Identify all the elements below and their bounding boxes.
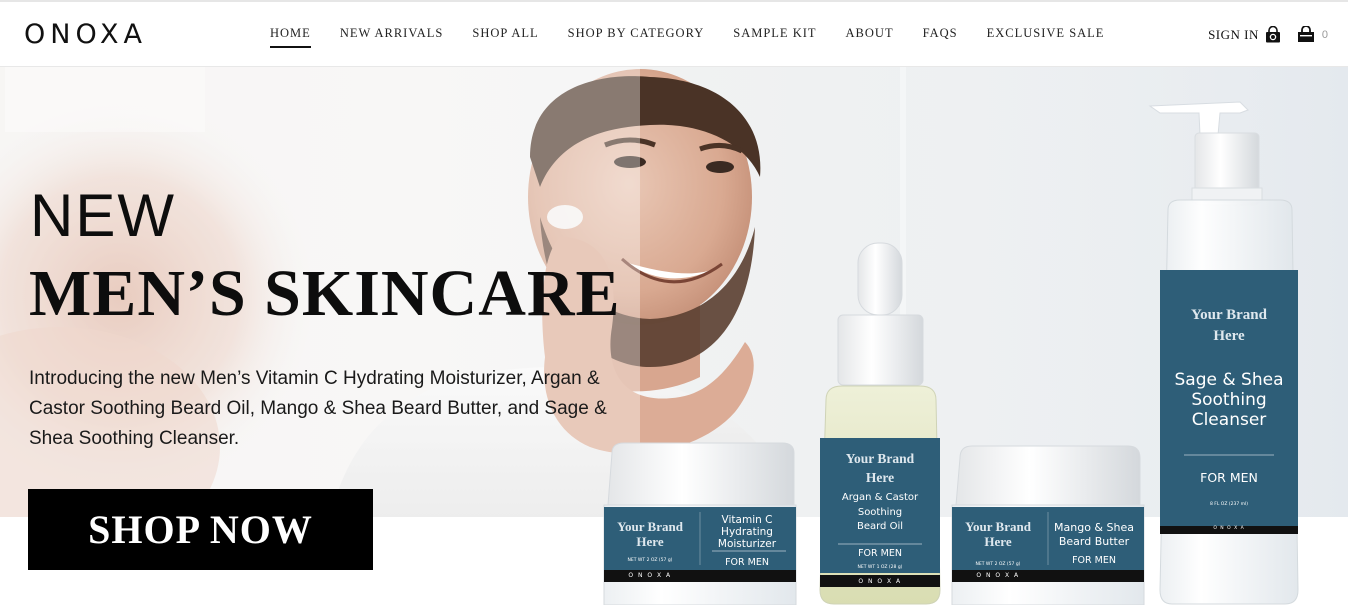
cart-count: 0 bbox=[1321, 28, 1328, 41]
user-bag-icon[interactable] bbox=[1265, 25, 1281, 43]
hero-headline-mens-skincare: MEN’S SKINCARE bbox=[29, 257, 621, 330]
site-logo[interactable]: ONOXA bbox=[24, 19, 147, 50]
site-header: ONOXA HOME NEW ARRIVALS SHOP ALL SHOP BY… bbox=[0, 0, 1348, 67]
nav-item-exclusive-sale[interactable]: EXCLUSIVE SALE bbox=[987, 26, 1105, 48]
nav-item-new-arrivals[interactable]: NEW ARRIVALS bbox=[340, 26, 444, 48]
account-area: SIGN IN 0 bbox=[1208, 25, 1328, 43]
nav-item-sample-kit[interactable]: SAMPLE KIT bbox=[733, 26, 816, 48]
main-nav: HOME NEW ARRIVALS SHOP ALL SHOP BY CATEG… bbox=[270, 26, 1133, 48]
nav-item-shop-by-category[interactable]: SHOP BY CATEGORY bbox=[568, 26, 705, 48]
nav-item-about[interactable]: ABOUT bbox=[846, 26, 894, 48]
hero-headline-new: NEW bbox=[30, 182, 176, 249]
nav-item-faqs[interactable]: FAQS bbox=[923, 26, 958, 48]
sign-in-link[interactable]: SIGN IN bbox=[1208, 27, 1259, 43]
hero-intro-text: Introducing the new Men’s Vitamin C Hydr… bbox=[29, 368, 607, 449]
shopping-bag-icon[interactable] bbox=[1297, 25, 1315, 43]
nav-item-home[interactable]: HOME bbox=[270, 26, 311, 48]
shop-now-button[interactable]: SHOP NOW bbox=[28, 489, 373, 570]
nav-item-shop-all[interactable]: SHOP ALL bbox=[472, 26, 538, 48]
